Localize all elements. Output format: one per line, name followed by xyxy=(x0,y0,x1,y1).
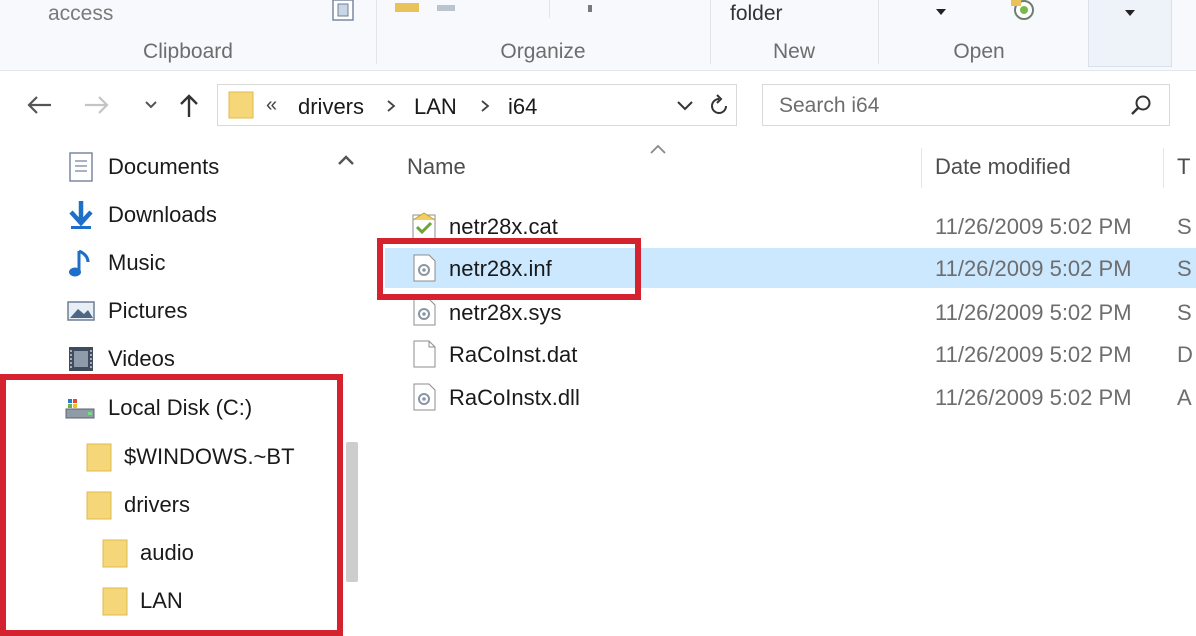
system-file-icon xyxy=(413,298,436,326)
file-date-modified: 11/26/2009 5:02 PM xyxy=(935,342,1132,367)
up-button[interactable] xyxy=(174,88,204,122)
open-with-icon[interactable] xyxy=(1009,0,1037,27)
organize-group: Organize xyxy=(377,0,709,70)
file-date-modified: 11/26/2009 5:02 PM xyxy=(935,256,1132,281)
catalog-file-icon xyxy=(412,212,436,240)
column-divider[interactable] xyxy=(921,148,922,188)
documents-icon xyxy=(69,152,93,182)
highlight-box-drive-tree xyxy=(0,374,343,636)
new-group-label: New xyxy=(772,40,815,63)
breadcrumb-lan[interactable]: LAN xyxy=(414,94,457,120)
nav-item-label: Music xyxy=(108,250,166,275)
open-group-label: Open xyxy=(953,40,1005,63)
clipboard-group: access Clipboard xyxy=(0,0,376,70)
folder-icon xyxy=(228,90,254,125)
file-type: A xyxy=(1177,385,1192,410)
nav-item-music[interactable]: Music xyxy=(66,243,165,283)
file-type: S xyxy=(1177,300,1192,325)
breadcrumb-drivers[interactable]: drivers xyxy=(298,94,364,120)
arrow-right-icon xyxy=(85,96,109,114)
table-row[interactable]: RaCoInstx.dll 11/26/2009 5:02 PM A xyxy=(385,377,1196,417)
downloads-icon xyxy=(69,201,93,229)
videos-icon xyxy=(69,347,93,371)
file-date-modified: 11/26/2009 5:02 PM xyxy=(935,214,1132,239)
file-type: D xyxy=(1177,342,1193,367)
generic-file-icon xyxy=(413,340,436,368)
column-header-type[interactable]: T xyxy=(1177,154,1196,180)
column-header-name[interactable]: Name xyxy=(407,154,466,180)
music-icon xyxy=(69,249,90,277)
nav-item-label: Downloads xyxy=(108,202,217,227)
paste-icon[interactable] xyxy=(330,0,356,27)
chevron-down-icon xyxy=(1125,10,1135,16)
search-icon[interactable] xyxy=(1129,94,1153,123)
column-divider[interactable] xyxy=(1163,148,1164,188)
file-date-modified: 11/26/2009 5:02 PM xyxy=(935,300,1132,325)
breadcrumb-overflow[interactable]: « xyxy=(266,94,277,117)
nav-item-pictures[interactable]: Pictures xyxy=(66,291,187,331)
column-header-date-modified[interactable]: Date modified xyxy=(935,154,1071,180)
new-folder-label[interactable]: folder xyxy=(730,2,783,26)
highlight-box-selected-file xyxy=(377,238,641,300)
file-date-modified: 11/26/2009 5:02 PM xyxy=(935,385,1132,410)
organize-separator xyxy=(549,0,550,18)
recent-locations-button[interactable] xyxy=(136,88,166,122)
rename-icon[interactable] xyxy=(585,0,595,18)
chevron-down-icon xyxy=(145,101,157,109)
table-row[interactable]: RaCoInst.dat 11/26/2009 5:02 PM D xyxy=(385,334,1196,374)
file-name: RaCoInstx.dll xyxy=(449,385,580,410)
select-menu-button[interactable] xyxy=(1088,0,1172,67)
chevron-right-icon[interactable] xyxy=(386,99,396,118)
move-to-folder-icon[interactable] xyxy=(395,0,419,18)
search-input[interactable] xyxy=(777,93,1111,119)
organize-group-label: Organize xyxy=(500,40,586,63)
file-list: Name Date modified T netr28x.cat 11/26/2… xyxy=(365,142,1196,628)
arrow-up-icon xyxy=(180,94,198,117)
nav-item-label: Documents xyxy=(108,154,220,179)
scroll-up-icon[interactable] xyxy=(334,148,358,172)
search-box[interactable] xyxy=(762,84,1170,126)
address-bar[interactable]: « drivers LAN i64 xyxy=(217,84,737,126)
file-name: netr28x.cat xyxy=(449,214,558,239)
breadcrumb-i64[interactable]: i64 xyxy=(508,94,537,120)
chevron-right-icon[interactable] xyxy=(480,99,490,118)
nav-item-documents[interactable]: Documents xyxy=(66,147,219,187)
nav-item-label: Pictures xyxy=(108,298,188,323)
quick-access-label[interactable]: access xyxy=(48,2,113,26)
navigation-bar: « drivers LAN i64 xyxy=(0,70,1196,142)
file-name: netr28x.sys xyxy=(449,300,562,325)
arrow-left-icon xyxy=(27,96,51,114)
nav-item-label: Videos xyxy=(108,346,175,371)
new-group: folder New xyxy=(711,0,877,70)
copy-to-icon[interactable] xyxy=(437,0,455,18)
file-type: S xyxy=(1177,214,1192,239)
nav-item-downloads[interactable]: Downloads xyxy=(66,195,217,235)
nav-item-videos[interactable]: Videos xyxy=(66,339,175,379)
clipboard-group-label: Clipboard xyxy=(143,40,233,63)
dll-file-icon xyxy=(413,383,436,411)
file-name: RaCoInst.dat xyxy=(449,342,578,367)
forward-button[interactable] xyxy=(82,88,112,122)
open-group: Open xyxy=(879,0,1079,70)
ribbon: access Clipboard Organize folder New Ope… xyxy=(0,0,1196,71)
file-type: S xyxy=(1177,256,1192,281)
pictures-icon xyxy=(67,301,95,321)
back-button[interactable] xyxy=(24,88,54,122)
properties-dropdown-arrow[interactable] xyxy=(936,9,946,15)
refresh-icon[interactable] xyxy=(708,94,730,123)
sort-ascending-icon xyxy=(649,142,667,160)
navigation-pane-scrollbar[interactable] xyxy=(346,442,358,582)
address-dropdown-icon[interactable] xyxy=(676,99,694,118)
